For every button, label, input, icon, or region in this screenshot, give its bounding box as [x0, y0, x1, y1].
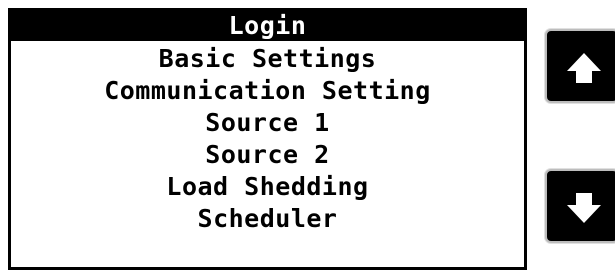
scroll-up-button[interactable] — [545, 29, 615, 103]
menu-item-source-1[interactable]: Source 1 — [11, 107, 524, 139]
arrow-down-icon — [567, 193, 601, 223]
settings-menu-panel: Login Basic Settings Communication Setti… — [8, 8, 527, 270]
menu-item-communication-setting[interactable]: Communication Setting — [11, 75, 524, 107]
arrow-up-icon — [567, 53, 601, 83]
menu-item-source-2[interactable]: Source 2 — [11, 139, 524, 171]
settings-menu-list: Login Basic Settings Communication Setti… — [11, 11, 524, 235]
menu-item-scheduler[interactable]: Scheduler — [11, 203, 524, 235]
menu-item-load-shedding[interactable]: Load Shedding — [11, 171, 524, 203]
menu-item-basic-settings[interactable]: Basic Settings — [11, 43, 524, 75]
menu-item-login[interactable]: Login — [11, 11, 524, 41]
scroll-down-button[interactable] — [545, 169, 615, 243]
